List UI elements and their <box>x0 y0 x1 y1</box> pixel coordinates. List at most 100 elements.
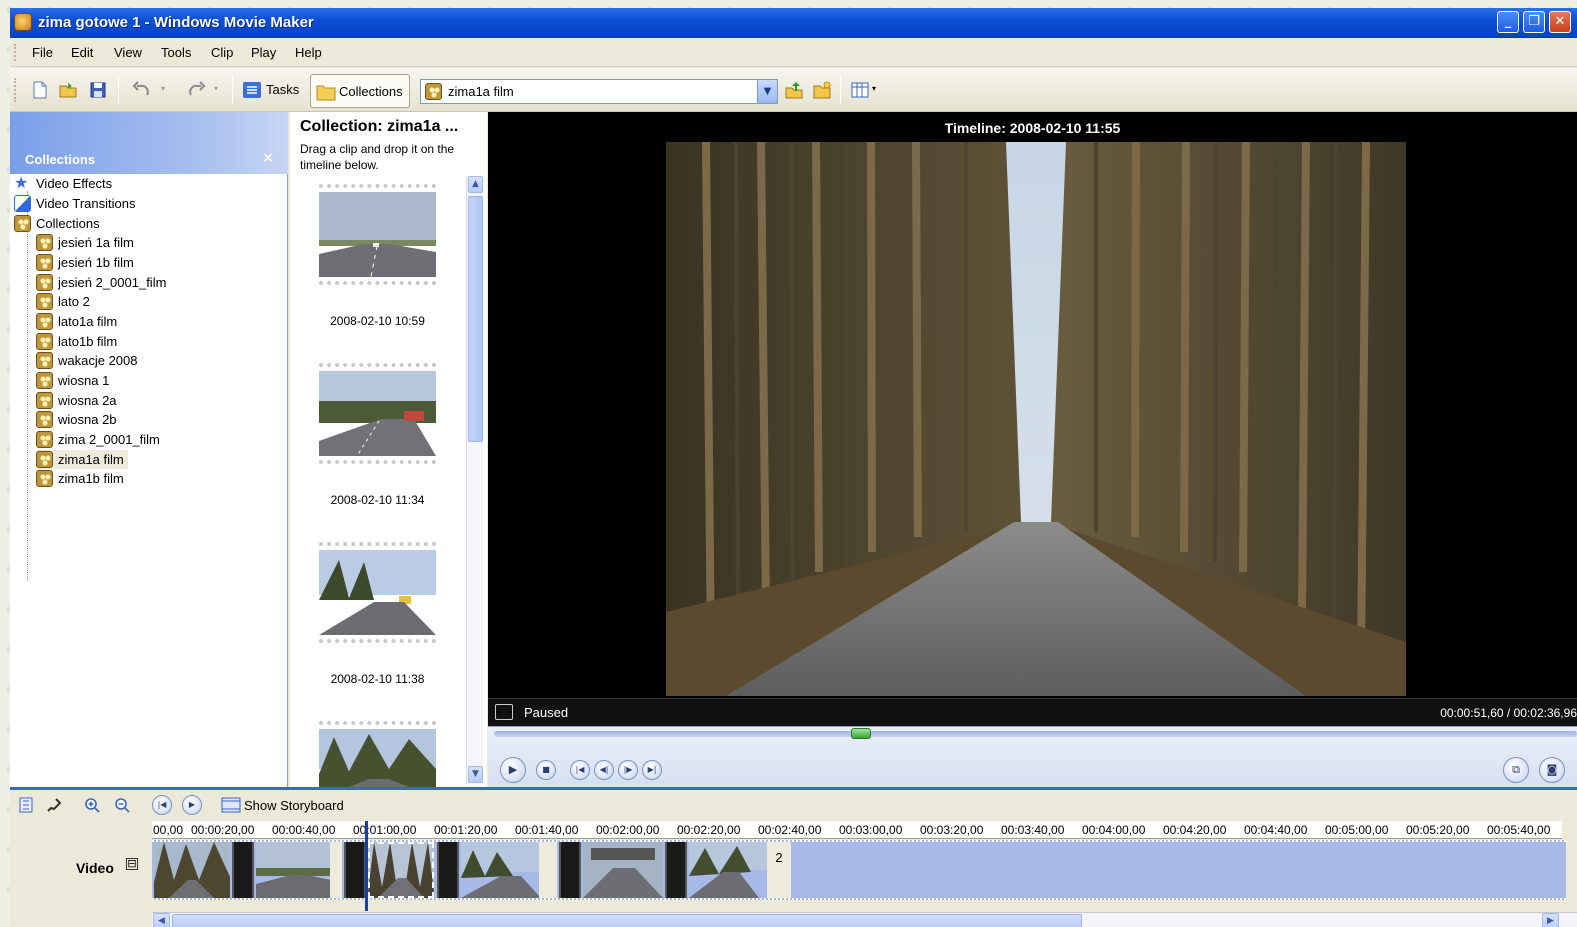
transition-slot[interactable] <box>232 842 254 898</box>
zoom-in-icon[interactable] <box>84 797 100 813</box>
video-track-label: Video <box>76 860 114 876</box>
collapse-track-icon[interactable]: ⊟ <box>126 858 138 870</box>
timeline-clip[interactable] <box>689 842 767 898</box>
timeline-ruler[interactable]: 00,00 00:00:20,00 00:00:40,00 00:01:00,00 00… <box>152 821 1562 839</box>
new-folder-icon[interactable] <box>812 80 832 100</box>
narrate-microphone-icon[interactable] <box>46 797 62 813</box>
open-project-icon[interactable] <box>58 80 78 100</box>
clip-thumbnail[interactable] <box>319 184 436 285</box>
collection-dropdown[interactable]: zima1a film ▼ <box>420 79 778 104</box>
clip-thumbnail[interactable] <box>319 542 436 643</box>
scroll-right-icon[interactable]: ▶ <box>1542 913 1559 927</box>
tree-item-collections[interactable]: Collections <box>14 214 100 233</box>
tree-item-video-effects[interactable]: ★ Video Effects <box>14 174 112 193</box>
timeline-clip-selected[interactable] <box>368 842 434 898</box>
transition-slot[interactable] <box>665 842 687 898</box>
menu-edit[interactable]: Edit <box>71 45 93 60</box>
play-timeline-button[interactable]: ▶ <box>182 795 202 815</box>
close-icon[interactable]: × <box>262 150 274 166</box>
tree-item-label: jesień 1a film <box>58 235 134 250</box>
scroll-up-icon[interactable]: ▲ <box>468 176 483 193</box>
scrollbar-thumb[interactable] <box>468 196 483 442</box>
set-audio-levels-icon[interactable] <box>18 797 34 813</box>
undo-icon[interactable] <box>132 80 152 100</box>
menu-tools[interactable]: Tools <box>161 45 191 60</box>
show-storyboard-button[interactable]: Show Storyboard <box>244 798 344 813</box>
view-options-dropdown-icon[interactable]: ▾ <box>872 84 876 93</box>
toolbar-separator <box>118 76 119 104</box>
tasks-button[interactable]: Tasks <box>266 82 299 97</box>
new-project-icon[interactable] <box>30 80 50 100</box>
rewind-timeline-button[interactable]: |◀ <box>152 795 172 815</box>
zoom-out-icon[interactable] <box>114 797 130 813</box>
redo-icon[interactable] <box>186 80 206 100</box>
ruler-tick-label: 00:01:20,00 <box>434 823 498 837</box>
previous-frame-button[interactable]: ◀| <box>594 760 614 780</box>
take-picture-button[interactable]: ◙ <box>1539 757 1565 783</box>
tree-item-collection[interactable]: lato 2 <box>36 292 90 311</box>
timeline-playhead[interactable] <box>365 821 368 911</box>
up-folder-icon[interactable] <box>784 80 804 100</box>
tree-item-label: lato 2 <box>58 294 90 309</box>
split-clip-button[interactable]: ⧉ <box>1503 757 1529 783</box>
close-button[interactable]: ✕ <box>1549 11 1571 33</box>
timeline-clip[interactable] <box>154 842 230 898</box>
tree-item-collection[interactable]: jesień 1a film <box>36 233 134 252</box>
clip-label[interactable]: 2 <box>767 842 791 898</box>
collection-scrollbar[interactable]: ▲ ▼ <box>466 176 483 784</box>
timeline-scrollbar[interactable]: ◀ ▶ <box>152 912 1577 927</box>
transition-slot[interactable] <box>559 842 581 898</box>
previous-clip-button[interactable]: |◀ <box>570 760 590 780</box>
menu-help[interactable]: Help <box>295 45 322 60</box>
transition-slot[interactable] <box>437 842 459 898</box>
stop-button[interactable]: ■ <box>536 760 556 780</box>
seek-bar[interactable] <box>494 731 1577 737</box>
menu-clip[interactable]: Clip <box>211 45 233 60</box>
collections-button[interactable]: Collections <box>310 74 410 108</box>
clip-thumbnail[interactable] <box>319 721 436 791</box>
fullscreen-icon[interactable] <box>495 704 513 720</box>
tree-item-collection[interactable]: wiosna 2a <box>36 391 117 410</box>
tree-item-collection-selected[interactable]: zima1a film <box>36 450 128 469</box>
minimize-button[interactable]: _ <box>1497 11 1519 33</box>
clip-thumbnail[interactable] <box>319 363 436 464</box>
next-frame-button[interactable]: |▶ <box>618 760 638 780</box>
menu-play[interactable]: Play <box>251 45 276 60</box>
tree-item-collection[interactable]: wiosna 2b <box>36 410 117 429</box>
tasks-icon[interactable] <box>242 80 262 100</box>
scroll-down-icon[interactable]: ▼ <box>468 766 483 783</box>
redo-dropdown-icon[interactable]: ▾ <box>214 84 218 93</box>
scroll-left-icon[interactable]: ◀ <box>153 913 170 927</box>
tree-item-collection[interactable]: wiosna 1 <box>36 371 109 390</box>
next-clip-button[interactable]: ▶| <box>642 760 662 780</box>
tree-item-collection[interactable]: wakacje 2008 <box>36 351 138 370</box>
tree-item-video-transitions[interactable]: Video Transitions <box>14 194 136 213</box>
star-icon: ★ <box>14 175 29 192</box>
timeline-clip[interactable] <box>461 842 557 898</box>
film-reel-icon <box>36 431 53 448</box>
tree-item-collection[interactable]: zima1b film <box>36 469 124 488</box>
tree-item-collection[interactable]: jesień 1b film <box>36 253 134 272</box>
undo-dropdown-icon[interactable]: ▾ <box>161 84 165 93</box>
menu-view[interactable]: View <box>114 45 142 60</box>
save-icon[interactable] <box>88 80 108 100</box>
menu-file[interactable]: File <box>32 45 53 60</box>
title-bar[interactable]: zima gotowe 1 - Windows Movie Maker _ ❐ … <box>10 8 1577 38</box>
toolbar-separator <box>232 76 233 104</box>
chevron-down-icon[interactable]: ▼ <box>757 80 777 103</box>
seek-handle[interactable] <box>851 728 872 739</box>
timeline-clip[interactable] <box>256 842 342 898</box>
tree-item-collection[interactable]: lato1b film <box>36 332 117 351</box>
tree-item-collection[interactable]: jesień 2_0001_film <box>36 273 166 292</box>
view-options-icon[interactable] <box>850 80 870 100</box>
ruler-tick-label: 00:02:20,00 <box>677 823 741 837</box>
tree-item-collection[interactable]: lato1a film <box>36 312 117 331</box>
tree-item-collection[interactable]: zima 2_0001_film <box>36 430 160 449</box>
scrollbar-thumb[interactable] <box>172 914 1082 927</box>
play-button[interactable]: ▶ <box>500 757 526 783</box>
preview-monitor: Timeline: 2008-02-10 11:55 Paused 00:00:… <box>488 112 1577 787</box>
app-window: zima gotowe 1 - Windows Movie Maker _ ❐ … <box>10 8 1577 927</box>
restore-button[interactable]: ❐ <box>1523 11 1545 33</box>
transition-slot[interactable] <box>344 842 366 898</box>
timeline-clip[interactable] <box>583 842 663 898</box>
